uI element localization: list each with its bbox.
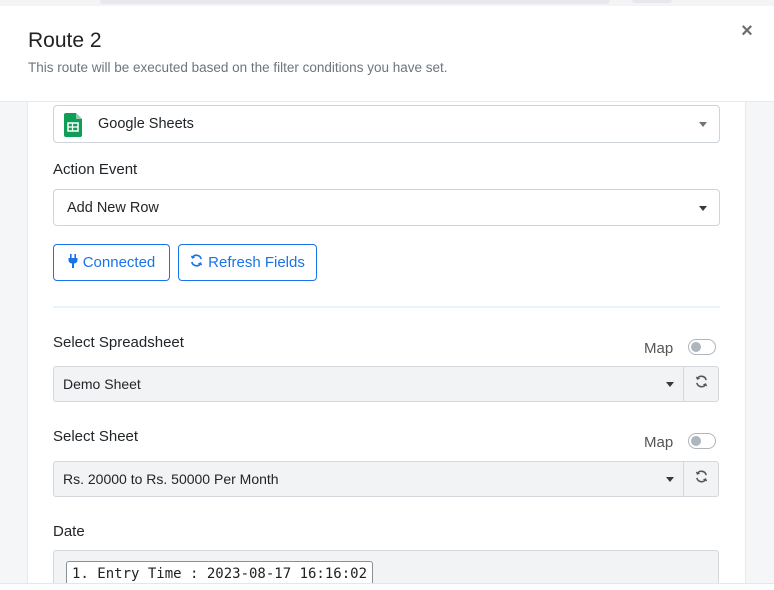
connected-label: Connected xyxy=(82,254,156,271)
toggle-knob xyxy=(691,342,701,352)
sheet-refresh-button[interactable] xyxy=(684,461,719,497)
chevron-down-icon xyxy=(666,382,674,387)
date-label: Date xyxy=(53,523,85,540)
close-icon[interactable]: × xyxy=(736,20,758,42)
action-event-label: Action Event xyxy=(53,161,138,178)
spreadsheet-label: Select Spreadsheet xyxy=(53,334,184,351)
modal-title: Route 2 xyxy=(28,29,102,52)
sheet-value: Rs. 20000 to Rs. 50000 Per Month xyxy=(63,471,279,487)
modal-bottom-edge xyxy=(0,583,774,590)
sheet-map-label: Map xyxy=(644,434,674,451)
refresh-fields-button[interactable]: Refresh Fields xyxy=(178,244,317,281)
action-event-value: Add New Row xyxy=(67,199,159,216)
sheet-map-toggle[interactable] xyxy=(688,433,716,449)
refresh-icon xyxy=(695,470,708,488)
refresh-icon xyxy=(695,375,708,393)
scroll-shadow xyxy=(100,0,610,4)
spreadsheet-select[interactable]: Demo Sheet xyxy=(53,366,684,402)
spreadsheet-value: Demo Sheet xyxy=(63,376,141,392)
app-select-value: Google Sheets xyxy=(98,116,194,132)
app-select[interactable]: Google Sheets xyxy=(53,105,720,143)
chevron-down-icon xyxy=(699,205,707,211)
sheet-select[interactable]: Rs. 20000 to Rs. 50000 Per Month xyxy=(53,461,684,497)
refresh-icon xyxy=(190,254,203,271)
spreadsheet-map-label: Map xyxy=(644,340,674,357)
toggle-knob xyxy=(691,436,701,446)
chevron-down-icon xyxy=(699,122,707,127)
refresh-fields-label: Refresh Fields xyxy=(208,254,305,271)
spreadsheet-map-toggle[interactable] xyxy=(688,339,716,355)
google-sheets-icon xyxy=(64,113,82,141)
modal-header: Route 2 This route will be executed base… xyxy=(0,6,774,102)
section-divider xyxy=(53,306,720,308)
scroll-shadow-small xyxy=(632,0,672,3)
spreadsheet-refresh-button[interactable] xyxy=(684,366,719,402)
chevron-down-icon xyxy=(666,477,674,482)
modal-subtitle: This route will be executed based on the… xyxy=(28,60,448,75)
connected-button[interactable]: Connected xyxy=(53,244,170,281)
sheet-label: Select Sheet xyxy=(53,428,139,445)
plug-icon xyxy=(68,253,78,272)
action-event-select[interactable]: Add New Row xyxy=(53,189,720,226)
